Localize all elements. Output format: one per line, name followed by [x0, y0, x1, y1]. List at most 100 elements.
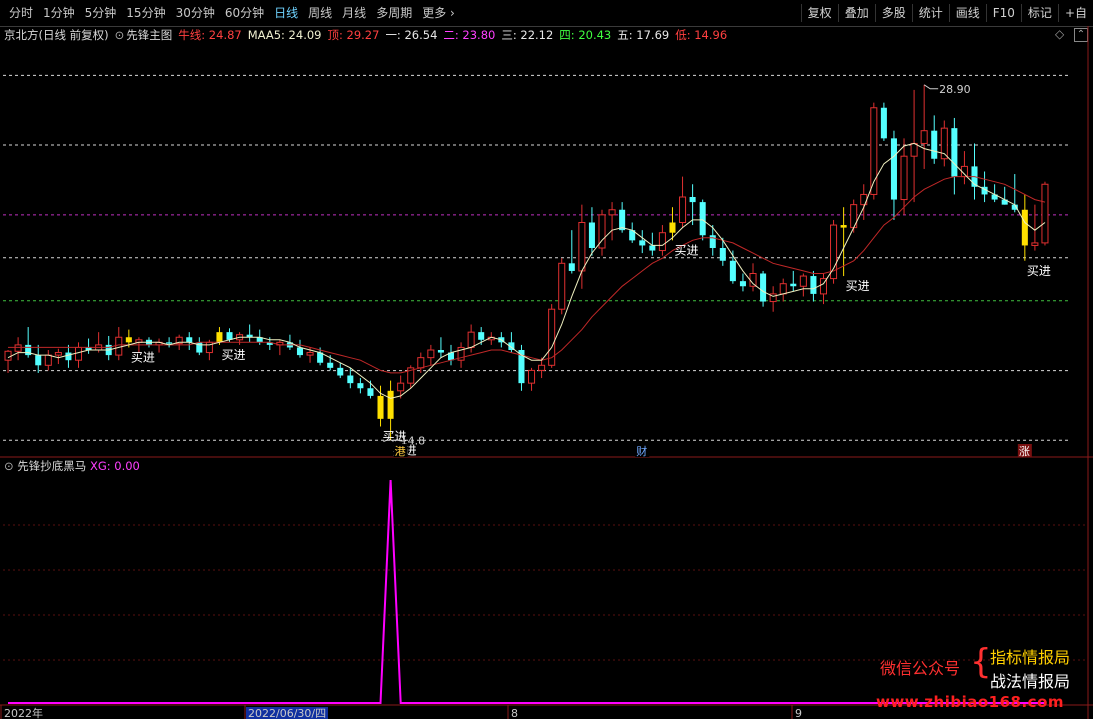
candle-body [699, 202, 706, 236]
toolbar-button-4[interactable]: 画线 [948, 4, 986, 22]
candle-body [799, 275, 807, 287]
candle-body [347, 375, 354, 384]
ma-red-line [8, 176, 1046, 374]
candle-body [65, 352, 72, 361]
candle-body [135, 339, 143, 343]
candle-body [286, 342, 293, 348]
candle-body [709, 235, 716, 248]
candle-body [457, 346, 465, 361]
buy-label: 买进 [674, 243, 698, 257]
time-label: 2022/06/30/四 [248, 707, 326, 719]
candle-body [397, 382, 405, 392]
candle-body [769, 293, 777, 303]
candle-body [246, 334, 253, 338]
candle-body [900, 155, 908, 201]
si-value: 四: 20.43 [559, 28, 612, 42]
candle-body [276, 341, 284, 346]
ma-white-line [7, 142, 1046, 399]
toolbar-button-2[interactable]: 多股 [874, 4, 912, 22]
toolbar-button-5[interactable]: F10 [985, 4, 1021, 22]
buy-label: 买进 [221, 348, 245, 362]
period-toolbar: 分时 1分钟 5分钟 15分钟 30分钟 60分钟 日线 周线 月线 多周期 更多 › 复权 叠加 多股… [0, 0, 1093, 27]
period-tab-8[interactable]: 月线 [337, 4, 371, 22]
buy-label: 买进 [383, 430, 407, 444]
period-tab-5[interactable]: 60分钟 [220, 4, 269, 22]
candle-body [568, 263, 575, 271]
candle-body [830, 224, 838, 280]
candle-body [166, 342, 173, 344]
event-marker: 港 [395, 445, 406, 458]
candle-body [256, 337, 263, 343]
candle-body [880, 107, 887, 139]
candle-body [498, 337, 505, 343]
candle-body [387, 390, 394, 419]
diamond-icon[interactable]: ◇ [1055, 27, 1064, 41]
candle-body [4, 350, 12, 361]
er-value: 二: 23.80 [443, 28, 496, 42]
candle-body [44, 354, 52, 366]
toolbar-button-0[interactable]: 复权 [800, 4, 838, 22]
main-indicator-name[interactable]: 先锋主图 [126, 28, 172, 42]
candle-body [155, 341, 163, 346]
candle-body [619, 209, 626, 231]
candle-body [205, 341, 213, 354]
date-cursor-bg [246, 707, 328, 719]
candle-body [216, 332, 223, 343]
candle-body [508, 342, 515, 350]
toolbar-button-1[interactable]: 叠加 [837, 4, 875, 22]
collapse-icon[interactable]: ⌃ [1074, 28, 1088, 42]
sub-gear-icon[interactable]: ⊙ [4, 459, 14, 473]
candle-body [810, 276, 817, 294]
candle-body [417, 357, 425, 369]
candle-body [548, 308, 556, 366]
candle-body [175, 336, 183, 345]
period-tab-10[interactable]: 更多 › [417, 4, 460, 22]
candle-body [960, 165, 968, 178]
candle-body [639, 240, 646, 246]
candle-body [85, 347, 92, 350]
event-marker: 财 [636, 444, 647, 458]
period-tab-4[interactable]: 30分钟 [171, 4, 220, 22]
period-tab-9[interactable]: 多周期 [371, 4, 417, 22]
toolbar-button-3[interactable]: 统计 [911, 4, 949, 22]
candle-body [54, 352, 62, 356]
period-tab-1[interactable]: 1分钟 [38, 4, 80, 22]
candle-body [779, 283, 787, 295]
candle-body [14, 344, 22, 352]
candle-body [981, 186, 988, 195]
candle-body [236, 334, 244, 341]
candle-body [125, 337, 132, 343]
candle-body [669, 222, 676, 233]
low-price-label: 14.8 [401, 434, 426, 447]
toolbar-button-7[interactable]: +自 [1057, 4, 1093, 22]
candle-body [729, 260, 736, 282]
period-tab-2[interactable]: 5分钟 [80, 4, 122, 22]
candle-body [649, 245, 656, 251]
candle-body [74, 346, 83, 361]
indicator-gear-icon[interactable]: ⊙ [115, 28, 125, 42]
candle-body [658, 232, 666, 252]
candle-body [819, 278, 828, 295]
period-tab-0[interactable]: 分时 [4, 4, 38, 22]
buy-label: 买进 [131, 350, 155, 364]
candle-body [528, 369, 536, 384]
candle-body [1031, 242, 1039, 246]
candle-body [971, 166, 978, 187]
yi-value: 一: 26.54 [385, 28, 438, 42]
candle-body [679, 196, 687, 223]
event-marker-bg [393, 444, 408, 457]
period-tab-6[interactable]: 日线 [269, 4, 303, 22]
candle-body [317, 352, 324, 363]
toolbar-button-6[interactable]: 标记 [1020, 4, 1058, 22]
candle-body [850, 204, 858, 229]
period-tab-7[interactable]: 周线 [303, 4, 337, 22]
stock-title[interactable]: 京北方(日线 前复权) [4, 28, 109, 42]
kline-chart[interactable]: 买进 买进买进买进买进买进买进28.9014.8港财涨2022年 2022/06/3… [0, 0, 1093, 719]
candle-body [478, 332, 485, 340]
candle-body [890, 138, 897, 200]
candle-body [226, 332, 233, 340]
event-marker: 涨 [1019, 445, 1030, 458]
candle-body [749, 273, 757, 287]
sub-indicator-name[interactable]: 先锋抄底黑马 [17, 459, 86, 473]
period-tab-3[interactable]: 15分钟 [121, 4, 170, 22]
